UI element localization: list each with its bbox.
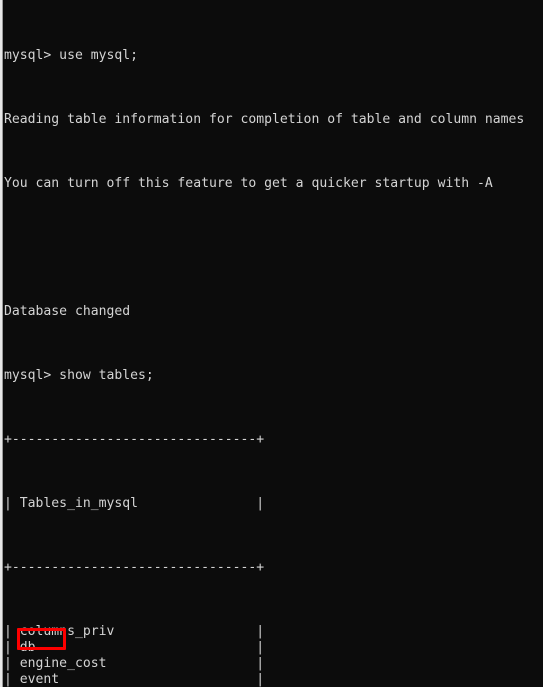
table-column-header-row: | Tables_in_mysql | (4, 496, 265, 511)
table-row: | db | (4, 640, 265, 655)
terminal-screen[interactable]: mysql> use mysql; Reading table informat… (4, 0, 543, 687)
command-line-show-tables: mysql> show tables; (4, 368, 154, 383)
table-separator-middle: +-------------------------------+ (4, 560, 265, 575)
table-body: | columns_priv | | db | | engine_cost | | e… (4, 624, 543, 687)
table-row: | engine_cost | (4, 656, 265, 671)
table-row: | event | (4, 672, 265, 687)
table-separator-top: +-------------------------------+ (4, 432, 265, 447)
command-line-use-mysql: mysql> use mysql; (4, 48, 139, 63)
status-database-changed: Database changed (4, 304, 131, 319)
window-left-edge (0, 0, 3, 687)
notice-reading-table-information: Reading table information for completion… (4, 112, 525, 127)
notice-turn-off-feature: You can turn off this feature to get a q… (4, 176, 493, 191)
terminal-window[interactable]: mysql> use mysql; Reading table informat… (0, 0, 543, 687)
table-row: | columns_priv | (4, 624, 265, 639)
